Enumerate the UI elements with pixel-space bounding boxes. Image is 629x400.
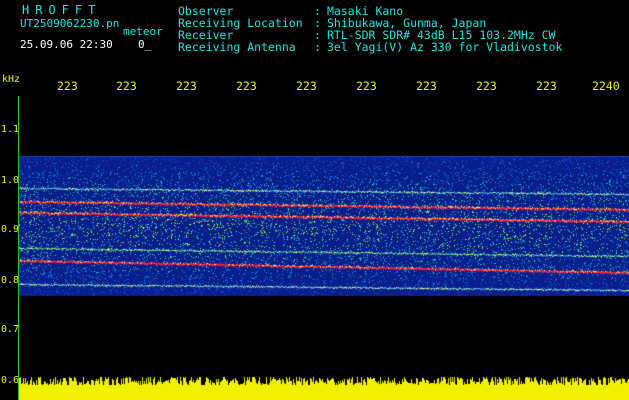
- x-tick-label: 223: [476, 79, 497, 93]
- datetime: 25.09.06 22:30: [20, 38, 113, 51]
- x-tick-label: 223: [57, 79, 78, 93]
- app-title: HROFFT: [22, 3, 102, 17]
- x-tick-label: 223: [116, 79, 137, 93]
- y-tick-label: 0.7: [1, 324, 20, 335]
- x-tick-label: 223: [356, 79, 377, 93]
- file-name: UT2509062230.pn: [20, 17, 120, 30]
- spectrogram-canvas: [19, 96, 629, 400]
- antenna-value: 3el Yagi(V) Az 330 for Vladivostok: [327, 40, 563, 54]
- x-tick-label: 2240: [592, 79, 620, 93]
- x-tick-label: 223: [236, 79, 257, 93]
- y-tick-label: 0.9: [1, 224, 20, 235]
- x-tick-label: 223: [176, 79, 197, 93]
- spectrogram-plot: [18, 96, 629, 400]
- x-tick-label: 223: [536, 79, 557, 93]
- y-axis-unit: kHz: [2, 74, 21, 85]
- y-tick-label: 1.0: [1, 175, 20, 186]
- x-tick-label: 223: [296, 79, 317, 93]
- y-tick-label: 0.8: [1, 275, 20, 286]
- x-tick-label: 223: [416, 79, 437, 93]
- hrofft-window: HROFFT UT2509062230.pn meteor 25.09.06 2…: [0, 0, 629, 400]
- meteor-label: meteor: [123, 25, 163, 38]
- y-tick-label: 1.1: [1, 124, 20, 135]
- y-tick-label: 0.6: [1, 375, 20, 386]
- meteor-count: 0_: [138, 38, 152, 51]
- separator: :: [314, 40, 321, 54]
- antenna-label: Receiving Antenna: [178, 40, 296, 54]
